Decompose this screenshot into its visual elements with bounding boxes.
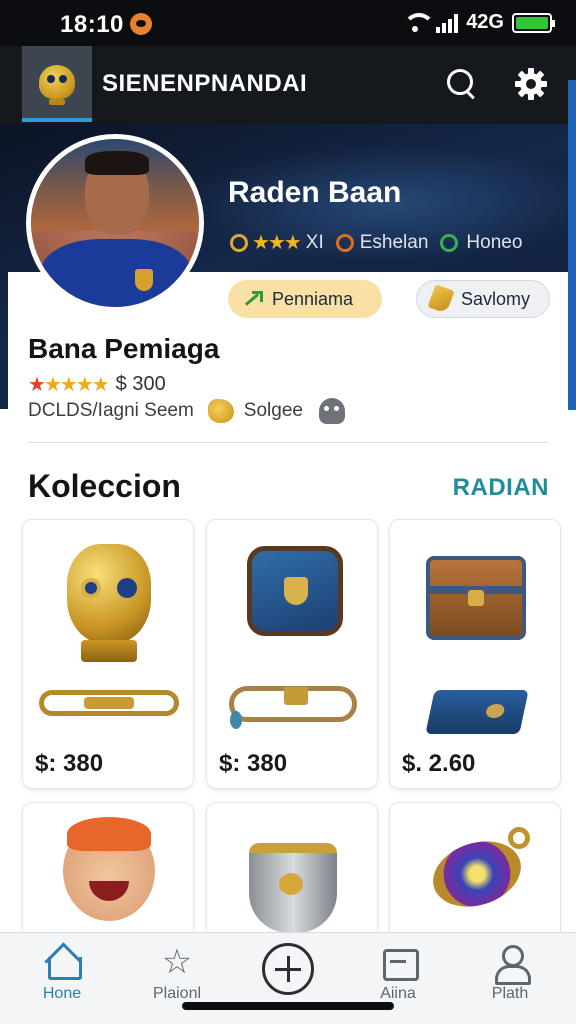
silver-cup-icon: [249, 843, 337, 933]
trophy-base: [81, 640, 137, 662]
nav-item-home[interactable]: Hone: [12, 945, 112, 1003]
item-price: $. 2.60: [402, 750, 476, 777]
blue-bar-icon: [425, 690, 529, 734]
badge-label: Solgee: [243, 400, 303, 421]
gold-chain-icon: [39, 690, 179, 716]
nav-label: Plaionl: [152, 985, 202, 1002]
wifi-icon: [402, 12, 436, 33]
divider: [28, 442, 548, 443]
chest-icon: [426, 556, 526, 640]
rope-icon: [229, 686, 357, 729]
nav-label: Hone: [42, 985, 82, 1002]
wallet-icon: [381, 945, 419, 981]
player-name: Raden Baan: [228, 176, 402, 209]
saved-label: Savlomy: [461, 288, 531, 309]
collection-item-trophy[interactable]: $: 380: [22, 519, 194, 789]
detail-rating: ★★★★★ $ 300: [28, 372, 166, 397]
home-icon: [45, 945, 82, 980]
signal-icon: [436, 13, 459, 33]
status-icon: [440, 233, 459, 252]
stats-text: DCLDS/Iagni Seem: [28, 400, 194, 421]
item-price: $: 380: [219, 750, 288, 777]
logo-underline: [22, 118, 92, 122]
mascot-icon: [63, 817, 155, 921]
collection-link[interactable]: RADIAN: [453, 474, 549, 502]
notification-icon: [130, 13, 152, 35]
badge-icon: [207, 399, 234, 423]
app-logo[interactable]: [22, 46, 92, 118]
amulet-ring: [508, 827, 530, 849]
star-rating-icon: ★★★★★: [28, 374, 110, 396]
meta-label-2: Honeo: [466, 231, 523, 253]
search-icon[interactable]: [444, 66, 480, 102]
status-bar: 18:10 42G: [0, 0, 576, 46]
player-meta: ★★★ XI Eshelan Honeo: [230, 230, 522, 255]
star-icon: ☆: [161, 943, 193, 981]
bag-icon: [247, 546, 343, 636]
detail-name: Bana Pemiaga: [28, 333, 220, 364]
rating-value: $ 300: [115, 373, 166, 395]
nav-item-plaionl[interactable]: ☆ Plaionl: [127, 945, 227, 1003]
nav-label: Aiina: [380, 985, 416, 1002]
nav-label: Plath: [491, 985, 529, 1002]
trophy-icon: [67, 544, 151, 644]
club-crest-icon: [135, 269, 153, 291]
collection-item-chest[interactable]: $. 2.60: [389, 519, 561, 789]
meta-label-1: Eshelan: [359, 231, 429, 253]
ghost-icon[interactable]: [318, 398, 345, 424]
bottom-nav: Hone ☆ Plaionl Aiina Plath: [0, 932, 576, 1024]
detail-stats: DCLDS/Iagni Seem Solgee: [28, 398, 345, 424]
collection-item-amulet[interactable]: [389, 802, 561, 942]
collection-item-mascot[interactable]: [22, 802, 194, 942]
app-title: SIENENPNANDAI: [102, 70, 308, 97]
add-button[interactable]: [262, 943, 314, 995]
trophy-logo-icon: [39, 65, 75, 105]
avatar[interactable]: [26, 134, 204, 312]
home-indicator: [182, 1002, 394, 1010]
profile-icon: [493, 945, 531, 985]
banner-edge: [568, 80, 576, 410]
location-icon: [335, 233, 354, 252]
collection-title: Koleccion: [28, 468, 181, 504]
collection-item-cup[interactable]: [206, 802, 378, 942]
gear-icon[interactable]: [513, 66, 549, 102]
rating-stars-icon: ★★★: [252, 232, 302, 254]
app-header: SIENENPNANDAI: [0, 46, 576, 124]
bookmark-icon: [427, 284, 455, 314]
promo-button[interactable]: Penniama: [228, 280, 382, 318]
coin-icon: [230, 233, 248, 252]
collection-item-bag[interactable]: $: 380: [206, 519, 378, 789]
saved-button[interactable]: Savlomy: [416, 280, 550, 318]
battery-icon: [512, 12, 555, 33]
nav-item-aiina[interactable]: Aiina: [348, 945, 448, 1003]
arrow-icon: [242, 289, 263, 309]
status-indicators: 42G: [402, 11, 555, 34]
battery-text: 42G: [466, 11, 504, 33]
promo-label: Penniama: [272, 288, 354, 309]
nav-item-plath[interactable]: Plath: [460, 945, 560, 1003]
item-price: $: 380: [35, 750, 104, 777]
meta-x: XI: [305, 231, 324, 253]
status-time: 18:10: [60, 11, 124, 38]
